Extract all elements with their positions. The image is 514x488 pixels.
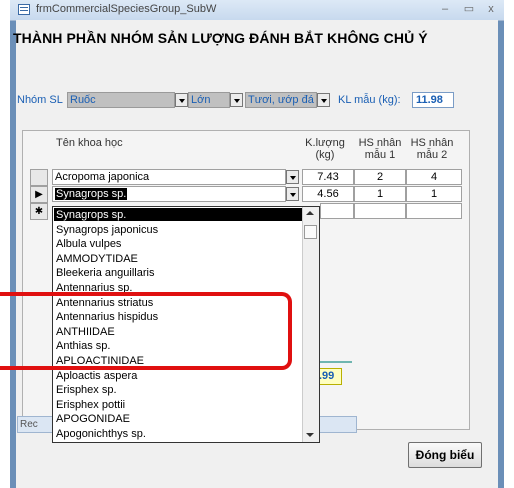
kl-input[interactable]: 11.98 bbox=[412, 92, 454, 108]
dropdown-item[interactable]: Erisphex sp. bbox=[56, 383, 117, 397]
dropdown-scrollbar[interactable] bbox=[302, 207, 319, 442]
page-title: THÀNH PHẦN NHÓM SẢN LƯỢNG ĐÁNH BẮT KHÔNG… bbox=[13, 30, 428, 46]
species-dropdown-icon[interactable] bbox=[286, 170, 299, 184]
col-header-hs1: HS nhân mẫu 1 bbox=[358, 137, 402, 161]
species-name-selected-text: Synagrops sp. bbox=[55, 188, 128, 200]
dropdown-item[interactable]: Albula vulpes bbox=[56, 237, 121, 251]
dropdown-item[interactable]: Bleekeria anguillaris bbox=[56, 266, 154, 280]
group-combo-value: Ruốc bbox=[70, 94, 96, 106]
new-row-selector[interactable]: ✱ bbox=[30, 203, 48, 220]
dropdown-item[interactable]: Apogonichthys sp. bbox=[56, 427, 146, 441]
group-label: Nhóm SL bbox=[17, 94, 63, 106]
close-window-button[interactable]: x bbox=[484, 2, 498, 16]
total-divider bbox=[316, 361, 352, 363]
dropdown-item[interactable]: AMMODYTIDAE bbox=[56, 252, 138, 266]
title-bar[interactable]: frmCommercialSpeciesGroup_SubW – ▭ x bbox=[10, 0, 504, 21]
close-form-button[interactable]: Đóng biểu bbox=[408, 442, 482, 468]
hs2-cell[interactable]: 1 bbox=[406, 186, 462, 202]
hs1-cell[interactable]: 1 bbox=[354, 186, 406, 202]
species-name-cell-current[interactable]: Synagrops sp. bbox=[52, 186, 286, 202]
current-row-selector[interactable]: ▶ bbox=[30, 186, 48, 203]
col-header-name: Tên khoa học bbox=[56, 137, 123, 149]
group-combo[interactable]: Ruốc bbox=[67, 92, 175, 108]
species-dropdown-icon-current[interactable] bbox=[286, 187, 299, 201]
dropdown-item[interactable]: Erisphex pottii bbox=[56, 398, 125, 412]
hs2-cell-new[interactable] bbox=[406, 203, 462, 219]
weight-cell-new[interactable] bbox=[320, 203, 354, 219]
state-combo-value: Tươi, ướp đá bbox=[248, 94, 314, 106]
scroll-thumb[interactable] bbox=[304, 225, 317, 239]
restore-button[interactable]: ▭ bbox=[462, 2, 476, 16]
size-combo[interactable]: Lớn bbox=[188, 92, 230, 108]
state-dropdown-icon[interactable] bbox=[317, 93, 330, 107]
species-name-cell[interactable]: Acropoma japonica bbox=[52, 169, 286, 185]
state-combo[interactable]: Tươi, ướp đá bbox=[245, 92, 317, 108]
dropdown-item[interactable]: Synagrops sp. bbox=[56, 208, 126, 222]
hs1-cell[interactable]: 2 bbox=[354, 169, 406, 185]
dropdown-item[interactable]: APOGONIDAE bbox=[56, 412, 130, 426]
form-icon bbox=[18, 4, 30, 15]
scroll-up-icon[interactable] bbox=[306, 211, 314, 215]
size-combo-value: Lớn bbox=[191, 94, 211, 106]
size-dropdown-icon[interactable] bbox=[230, 93, 243, 107]
hs2-cell[interactable]: 4 bbox=[406, 169, 462, 185]
record-label: Rec bbox=[20, 419, 38, 430]
kl-label: KL mẫu (kg): bbox=[338, 94, 401, 106]
scroll-down-icon[interactable] bbox=[306, 433, 314, 437]
minimize-button[interactable]: – bbox=[438, 2, 452, 16]
weight-cell[interactable]: 4.56 bbox=[302, 186, 354, 202]
hs1-cell-new[interactable] bbox=[354, 203, 406, 219]
dropdown-item[interactable]: Aploactis aspera bbox=[56, 369, 137, 383]
col-header-weight: K.lượng (kg) bbox=[305, 137, 345, 161]
row-selector[interactable] bbox=[30, 169, 48, 186]
weight-cell[interactable]: 7.43 bbox=[302, 169, 354, 185]
window-title: frmCommercialSpeciesGroup_SubW bbox=[36, 3, 217, 15]
group-dropdown-icon[interactable] bbox=[175, 93, 188, 107]
col-header-hs2: HS nhân mẫu 2 bbox=[410, 137, 454, 161]
dropdown-item[interactable]: Synagrops japonicus bbox=[56, 223, 158, 237]
annotation-highlight bbox=[0, 292, 292, 370]
